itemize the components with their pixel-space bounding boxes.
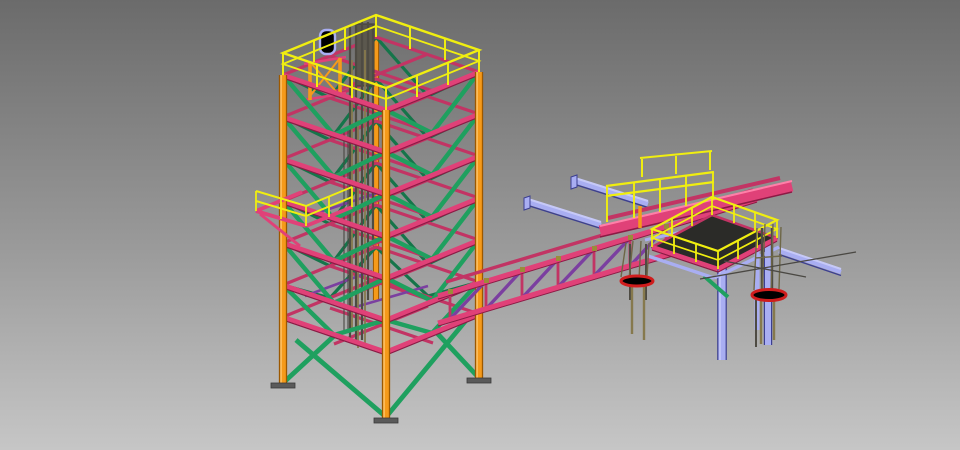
cad-viewport[interactable] <box>0 0 960 450</box>
baseplate <box>271 383 295 388</box>
baseplate <box>467 378 491 383</box>
model-view[interactable] <box>0 0 960 450</box>
pipe-ring <box>752 290 786 301</box>
baseplate <box>374 418 398 423</box>
tower-top-handrail[interactable] <box>283 15 479 110</box>
pipe-guide-left[interactable] <box>621 241 653 340</box>
pipe-ring <box>621 276 653 286</box>
beam-end-cap <box>524 196 530 210</box>
beam-end-cap <box>571 175 577 189</box>
